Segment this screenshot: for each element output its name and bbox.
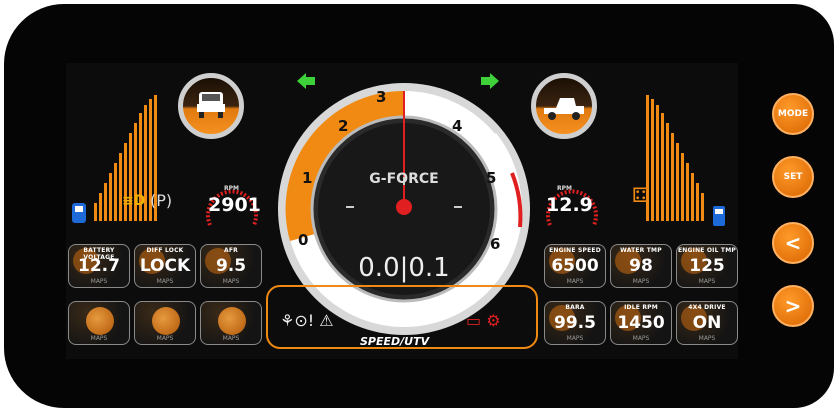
gforce-title: G-FORCE [369,171,439,187]
headlight-icon: ≡D [122,193,146,209]
tile-empty-1[interactable]: MAPS [68,301,130,345]
next-button[interactable]: > [772,285,814,327]
right-rpm-label: RPM [557,185,572,192]
globe-icon [86,307,114,335]
brand-logo: SPEED/UTV [360,335,430,348]
gauge-tick-6: 6 [490,235,501,253]
tile-water-temp[interactable]: WATER TMP 98 MAPS [610,244,672,288]
tile-4x4-drive[interactable]: 4X4 DRIVE ON MAPS [676,301,738,345]
seatbelt-icon: ⚘⊙! ⚠ [280,311,334,330]
set-button[interactable]: SET [772,156,814,198]
4x4-drivetrain-icon: ⚃ [632,183,650,207]
mode-button[interactable]: MODE [772,93,814,135]
tile-battery-voltage[interactable]: BATTERY VOLTAGE 12.7 MAPS [68,244,130,288]
left-rpm-value: 2901 [208,194,261,216]
parking-brake-icon: (P) [150,191,173,210]
gauge-tick-2: 2 [338,117,349,135]
gauge-tick-5: 5 [486,169,497,187]
tile-afr[interactable]: AFR 9.5 MAPS [200,244,262,288]
tile-bara[interactable]: BARA 99.5 MAPS [544,301,606,345]
dashboard-screen: ≡D (P) ⚃ RPM 2901 RPM 12.9 3 2 1 0 4 5 6… [66,63,738,359]
gauge-tick-4: 4 [452,117,463,135]
globe-icon [218,307,246,335]
roll-indicator [178,73,244,139]
left-rpm-label: RPM [224,185,239,192]
fuel-pump-icon [713,206,725,226]
tile-idle-rpm[interactable]: IDLE RPM 1450 MAPS [610,301,672,345]
gforce-value: 0.0|0.1 [358,253,450,283]
tile-diff-lock[interactable]: DIFF LOCK LOCK MAPS [134,244,196,288]
previous-button[interactable]: < [772,222,814,264]
tile-empty-2[interactable]: MAPS [134,301,196,345]
pitch-indicator [531,73,597,139]
tile-engine-oil-temp[interactable]: ENGINE OIL TMP 125 MAPS [676,244,738,288]
gauge-tick-0: 0 [298,231,309,249]
tile-engine-speed[interactable]: ENGINE SPEED 6500 MAPS [544,244,606,288]
fuel-level-icon [72,203,86,223]
globe-icon [152,307,180,335]
gauge-tick-3: 3 [376,88,387,106]
tile-empty-3[interactable]: MAPS [200,301,262,345]
battery-engine-warning-icon: ▭ ⚙ [466,311,501,330]
gauge-tick-1: 1 [302,169,313,187]
right-rpm-value: 12.9 [546,194,593,216]
